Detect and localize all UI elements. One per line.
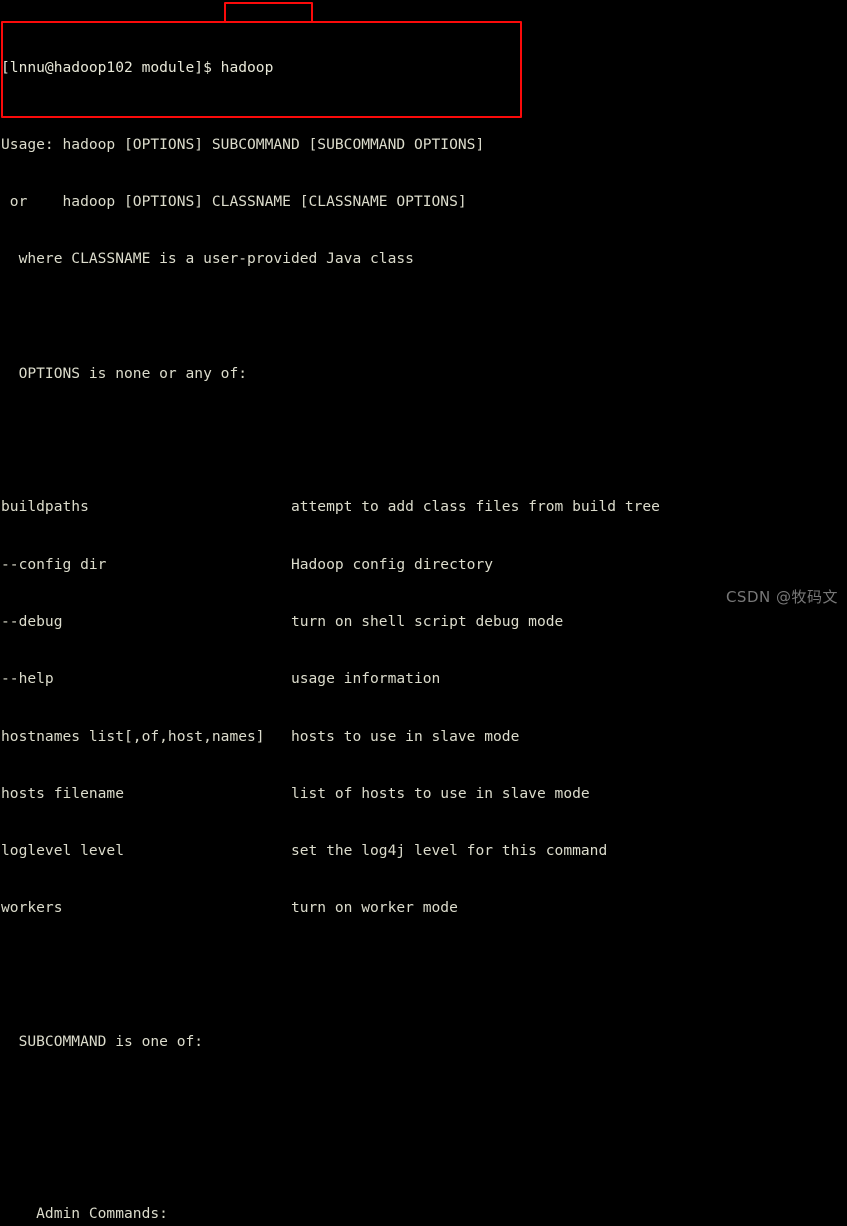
option-row: loglevel level set the log4j level for t… (1, 842, 608, 860)
terminal-screen: [lnnu@hadoop102 module]$ hadoop Usage: h… (1, 1, 801, 1226)
usage-line-3: where CLASSNAME is a user-provided Java … (1, 250, 414, 268)
shell-prompt-line: [lnnu@hadoop102 module]$ hadoop (1, 58, 801, 77)
option-row: --help usage information (1, 670, 441, 688)
admin-commands-heading: Admin Commands: (1, 1204, 168, 1222)
option-row: hostnames list[,of,host,names] hosts to … (1, 727, 520, 745)
typed-command: hadoop (220, 59, 274, 77)
csdn-watermark: CSDN @牧码文 (725, 587, 838, 606)
option-row: workers turn on worker mode (1, 899, 458, 917)
option-row: buildpaths attempt to add class files fr… (1, 498, 660, 516)
option-row: hosts filename list of hosts to use in s… (1, 784, 590, 802)
option-row: --debug turn on shell script debug mode (1, 613, 564, 630)
usage-line-1: Usage: hadoop [OPTIONS] SUBCOMMAND [SUBC… (1, 135, 485, 153)
usage-line-2: or hadoop [OPTIONS] CLASSNAME [CLASSNAME… (1, 192, 467, 210)
shell-prompt: [lnnu@hadoop102 module]$ (1, 59, 221, 77)
subcommand-header: SUBCOMMAND is one of: (1, 1033, 204, 1051)
terminal-window[interactable]: [lnnu@hadoop102 module]$ hadoop Usage: h… (0, 0, 847, 1222)
option-row: --config dir Hadoop config directory (1, 555, 494, 573)
options-header: OPTIONS is none or any of: (1, 364, 248, 382)
